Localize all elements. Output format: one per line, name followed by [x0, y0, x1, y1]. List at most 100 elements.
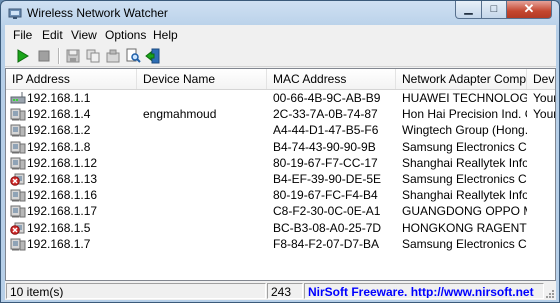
ip-address-cell-text: 192.168.1.8 — [27, 139, 91, 154]
adapter-company-cell-text: Shanghai Reallytek Infor... — [402, 188, 527, 203]
computer-icon — [10, 141, 26, 154]
disconnected-icon — [10, 173, 25, 186]
mac-address-cell: B4-EF-39-90-DE-5E — [273, 171, 396, 187]
device-info-cell — [533, 187, 555, 203]
adapter-company-cell-text: Wingtech Group (Hong... — [402, 123, 527, 138]
play-icon[interactable] — [14, 48, 30, 64]
stop-icon[interactable] — [36, 48, 52, 64]
device-info-cell — [533, 122, 555, 138]
column-header-mac[interactable]: MAC Address — [267, 69, 396, 89]
mac-address-cell: A4-44-D1-47-B5-F6 — [273, 122, 396, 138]
mac-address-cell: 2C-33-7A-0B-74-87 — [273, 106, 396, 122]
device-info-cell — [533, 220, 555, 236]
ip-address-cell-text: 192.168.1.2 — [27, 123, 91, 138]
device-info-cell — [533, 203, 555, 219]
adapter-company-cell-text: HUAWEI TECHNOLOGIE... — [402, 91, 527, 105]
maximize-button[interactable]: □ — [481, 1, 507, 19]
adapter-company-cell: Samsung Electronics Co... — [402, 171, 527, 187]
title-bar[interactable]: Wireless Network Watcher ▁ □ ✕ — [1, 1, 559, 25]
mac-address-cell: BC-B3-08-A0-25-7D — [273, 220, 396, 236]
device-name-cell-text: engmahmoud — [143, 107, 217, 122]
mac-address-cell: 80-19-67-FC-F4-B4 — [273, 187, 396, 203]
toolbar — [5, 45, 556, 67]
ip-address-cell-text: 192.168.1.13 — [27, 172, 98, 186]
mac-address-cell-text: F8-84-F2-07-D7-BA — [273, 236, 380, 251]
device-info-cell: Your — [533, 90, 555, 106]
properties-icon[interactable] — [105, 48, 121, 64]
ip-address-cell-text: 192.168.1.4 — [27, 107, 91, 122]
minimize-button[interactable]: ▁ — [455, 1, 482, 19]
mac-address-cell: 80-19-67-F7-CC-17 — [273, 155, 396, 171]
column-header-device-name[interactable]: Device Name — [137, 69, 267, 89]
column-header-ip[interactable]: IP Address — [6, 69, 137, 89]
table-row[interactable]: 192.168.1.12 80-19-67-F7-CC-17 Shanghai Re… — [6, 155, 555, 171]
save-icon[interactable] — [65, 48, 81, 64]
table-row[interactable]: 192.168.1.17 C8-F2-30-0C-0E-A1 GUANGDONG O… — [6, 203, 555, 219]
menu-file[interactable]: File — [13, 28, 32, 42]
table-row[interactable]: 192.168.1.16 80-19-67-FC-F4-B4 Shanghai Re… — [6, 187, 555, 203]
window-title: Wireless Network Watcher — [27, 6, 168, 20]
ip-address-cell: 192.168.1.17 — [6, 203, 137, 219]
client-area: File Edit View Options Help IP Address D… — [5, 25, 556, 300]
status-bar: 10 item(s) 243 NirSoft Freeware. http://… — [5, 282, 556, 300]
ip-address-cell: 192.168.1.4 — [6, 106, 137, 122]
device-info-cell-text: Your — [533, 107, 556, 122]
menu-help[interactable]: Help — [153, 28, 178, 42]
resize-grip-icon[interactable] — [544, 288, 555, 299]
column-header-adapter-company[interactable]: Network Adapter Comp... — [396, 69, 527, 89]
adapter-company-cell-text: Samsung Electronics Co... — [402, 172, 527, 186]
computer-icon — [10, 124, 26, 137]
column-header-device-info[interactable]: Devi — [527, 69, 555, 89]
computer-icon — [10, 157, 26, 170]
table-row[interactable]: 192.168.1.1 00-66-4B-9C-AB-B9 HUAWEI TECHN… — [6, 90, 555, 106]
ip-address-cell-text: 192.168.1.1 — [27, 91, 91, 105]
app-window: Wireless Network Watcher ▁ □ ✕ File Edit… — [0, 0, 560, 303]
adapter-company-cell-text: Hon Hai Precision Ind. C... — [402, 107, 527, 122]
copy-icon[interactable] — [85, 48, 101, 64]
table-row[interactable]: 192.168.1.13 B4-EF-39-90-DE-5E Samsung Ele… — [6, 171, 555, 187]
adapter-company-cell: Hon Hai Precision Ind. C... — [402, 106, 527, 122]
find-icon[interactable] — [125, 48, 141, 64]
wifi-app-icon — [8, 8, 22, 19]
ip-address-cell: 192.168.1.12 — [6, 155, 137, 171]
menu-edit[interactable]: Edit — [42, 28, 63, 42]
menu-options[interactable]: Options — [105, 28, 146, 42]
menu-view[interactable]: View — [71, 28, 97, 42]
device-name-cell: engmahmoud — [143, 106, 267, 122]
ip-address-cell-text: 192.168.1.17 — [27, 204, 98, 219]
adapter-company-cell: Wingtech Group (Hong... — [402, 122, 527, 138]
table-row[interactable]: 192.168.1.4 engmahmoud 2C-33-7A-0B-74-87 Ho… — [6, 106, 556, 122]
router-icon — [10, 92, 26, 104]
adapter-company-cell-text: Shanghai Reallytek Infor... — [402, 155, 527, 170]
adapter-company-cell: Shanghai Reallytek Infor... — [402, 187, 527, 203]
table-row[interactable]: 192.168.1.5 BC-B3-08-A0-25-7D HONGKONG RAG… — [6, 220, 555, 236]
close-button[interactable]: ✕ — [506, 1, 552, 19]
menu-bar: File Edit View Options Help — [5, 25, 556, 44]
device-name-cell — [143, 90, 267, 106]
adapter-company-cell: GUANGDONG OPPO M... — [402, 203, 527, 219]
mac-address-cell-text: B4-EF-39-90-DE-5E — [273, 172, 382, 186]
computer-icon — [10, 205, 26, 218]
table-row[interactable]: 192.168.1.2 A4-44-D1-47-B5-F6 Wingtech Gro… — [6, 122, 555, 138]
exit-icon[interactable] — [145, 48, 161, 64]
list-header: IP Address Device Name MAC Address Netwo… — [6, 69, 555, 90]
mac-address-cell-text: A4-44-D1-47-B5-F6 — [273, 123, 379, 138]
computer-icon — [10, 189, 26, 202]
adapter-company-cell-text: HONGKONG RAGENTEK... — [402, 220, 527, 235]
device-info-cell — [533, 171, 555, 187]
device-info-cell: Your — [533, 106, 556, 122]
nirsoft-link[interactable]: NirSoft Freeware. http://www.nirsoft.net — [304, 283, 544, 299]
ip-address-cell: 192.168.1.8 — [6, 139, 137, 155]
adapter-company-cell-text: Samsung Electronics Co... — [402, 139, 527, 154]
table-row[interactable]: 192.168.1.8 B4-74-43-90-90-9B Samsung Elec… — [6, 139, 555, 155]
table-row[interactable]: 192.168.1.7 F8-84-F2-07-D7-BA Samsung Elec… — [6, 236, 555, 252]
ip-address-cell-text: 192.168.1.12 — [27, 155, 98, 170]
status-item-count: 10 item(s) — [6, 283, 266, 299]
device-info-cell — [533, 236, 555, 252]
computer-icon — [10, 238, 26, 251]
device-name-cell — [143, 203, 267, 219]
mac-address-cell-text: 80-19-67-F7-CC-17 — [273, 155, 378, 170]
adapter-company-cell: Samsung Electronics Co... — [402, 139, 527, 155]
device-list[interactable]: IP Address Device Name MAC Address Netwo… — [5, 68, 556, 281]
ip-address-cell: 192.168.1.5 — [6, 220, 137, 236]
